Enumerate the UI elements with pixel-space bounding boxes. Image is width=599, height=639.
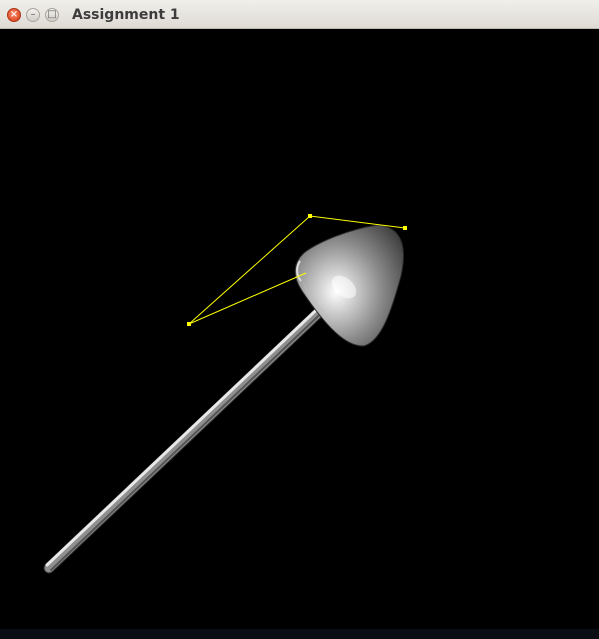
window-title: Assignment 1 [72, 7, 180, 23]
minimize-icon: – [30, 9, 36, 20]
gl-viewport[interactable] [0, 29, 599, 629]
maximize-button[interactable]: □ [45, 8, 59, 22]
arrow-head [294, 224, 404, 347]
bottom-edge [0, 629, 599, 639]
title-bar[interactable]: × – □ Assignment 1 [0, 0, 599, 29]
control-point[interactable] [403, 226, 407, 230]
minimize-button[interactable]: – [26, 8, 40, 22]
control-point[interactable] [308, 214, 312, 218]
maximize-icon: □ [47, 9, 57, 20]
arrow-shaft [43, 294, 338, 574]
close-button[interactable]: × [7, 8, 21, 22]
app-window: × – □ Assignment 1 [0, 0, 599, 639]
control-point[interactable] [187, 322, 191, 326]
close-icon: × [9, 9, 19, 20]
scene-canvas [43, 214, 407, 574]
